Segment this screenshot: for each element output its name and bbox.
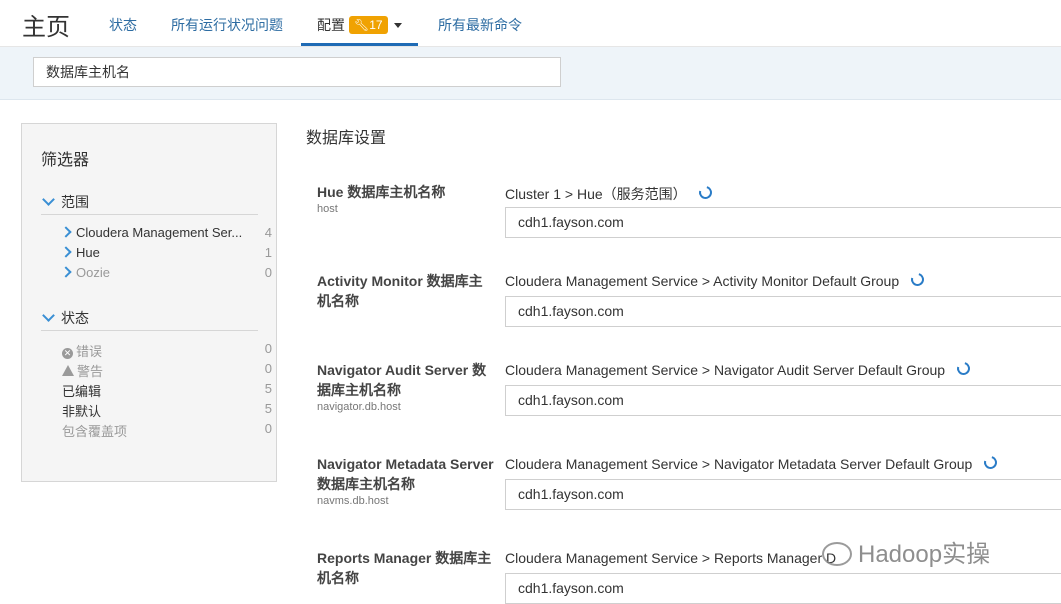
wrench-icon: 🔧︎ bbox=[354, 18, 370, 32]
property-label: Hue 数据库主机名称 bbox=[317, 184, 446, 200]
filter-item-label: Hue bbox=[76, 245, 100, 260]
scope-label[interactable]: Cluster 1 > Hue（服务范围） bbox=[505, 186, 687, 202]
filter-item-has-overrides[interactable]: 包含覆盖项 0 bbox=[62, 421, 272, 441]
scope-label[interactable]: Cloudera Management Service > Activity M… bbox=[505, 273, 899, 289]
property-value-input[interactable]: cdh1.fayson.com bbox=[505, 479, 1061, 510]
watermark: Hadoop实操 bbox=[822, 534, 990, 569]
reset-icon[interactable] bbox=[908, 270, 927, 289]
badge-count: 17 bbox=[369, 18, 383, 32]
chevron-right-icon bbox=[60, 226, 72, 238]
property-scope: Cloudera Management Service > Reports Ma… bbox=[505, 550, 836, 566]
property-scope: Cloudera Management Service > Activity M… bbox=[505, 270, 927, 289]
property-scope: Cloudera Management Service > Navigator … bbox=[505, 453, 1000, 472]
filter-item-label: 警告 bbox=[77, 364, 104, 379]
filter-item-non-default[interactable]: 非默认 5 bbox=[62, 401, 272, 421]
chevron-right-icon bbox=[60, 246, 72, 258]
filter-item-cloudera-management[interactable]: Cloudera Management Ser... 4 bbox=[60, 225, 272, 245]
filter-item-edited[interactable]: 已编辑 5 bbox=[62, 381, 272, 401]
filter-item-oozie[interactable]: Oozie 0 bbox=[60, 265, 272, 285]
scope-label[interactable]: Cloudera Management Service > Navigator … bbox=[505, 362, 945, 378]
chevron-down-icon[interactable] bbox=[393, 23, 402, 28]
property-scope: Cluster 1 > Hue（服务范围） bbox=[505, 183, 715, 204]
filter-item-count: 1 bbox=[264, 245, 272, 260]
filter-item-error[interactable]: ✕ 错误 0 bbox=[62, 341, 272, 361]
property-value-input[interactable]: cdh1.fayson.com bbox=[505, 296, 1061, 327]
filter-item-count: 0 bbox=[264, 361, 272, 376]
filter-item-count: 4 bbox=[264, 225, 272, 240]
property-name: Navigator Audit Server 数据库主机名称 navigator… bbox=[317, 360, 495, 414]
property-name: Navigator Metadata Server 数据库主机名称 navms.… bbox=[317, 454, 495, 508]
property-name: Activity Monitor 数据库主机名称 bbox=[317, 271, 495, 311]
filter-item-label: Cloudera Management Ser... bbox=[76, 225, 243, 240]
property-value-input[interactable]: cdh1.fayson.com bbox=[505, 207, 1061, 238]
filter-item-label: 已编辑 bbox=[62, 384, 102, 399]
property-key: navigator.db.host bbox=[317, 401, 401, 413]
wechat-icon bbox=[822, 542, 852, 566]
chevron-down-icon bbox=[42, 193, 55, 206]
filter-item-count: 0 bbox=[264, 265, 272, 280]
top-nav: 主页 状态 所有运行状况问题 配置 🔧︎17 所有最新命令 bbox=[0, 0, 1061, 47]
tab-health-issues[interactable]: 所有运行状况问题 bbox=[171, 0, 283, 46]
filters-panel: 筛选器 范围 Cloudera Management Ser... 4 Hue … bbox=[21, 123, 277, 482]
property-name: Hue 数据库主机名称 host bbox=[317, 182, 495, 216]
scope-label[interactable]: Cloudera Management Service > Reports Ma… bbox=[505, 550, 836, 566]
filter-item-count: 0 bbox=[264, 341, 272, 356]
reset-icon[interactable] bbox=[981, 453, 1000, 472]
property-name: Reports Manager 数据库主机名称 bbox=[317, 548, 495, 588]
reset-icon[interactable] bbox=[696, 183, 715, 202]
tab-configuration[interactable]: 配置 🔧︎17 bbox=[301, 0, 418, 46]
filter-item-warning[interactable]: 警告 0 bbox=[62, 361, 272, 381]
filter-item-count: 5 bbox=[264, 401, 272, 416]
filter-section-status[interactable]: 状态 bbox=[41, 308, 258, 331]
property-label: Activity Monitor 数据库主机名称 bbox=[317, 273, 483, 309]
property-key: host bbox=[317, 203, 338, 215]
filter-item-label: Oozie bbox=[76, 265, 110, 280]
search-bar: 数据库主机名 bbox=[0, 47, 1061, 100]
property-value-input[interactable]: cdh1.fayson.com bbox=[505, 573, 1061, 604]
error-icon: ✕ bbox=[62, 348, 73, 359]
filter-item-label: 包含覆盖项 bbox=[62, 424, 128, 439]
filter-section-label: 状态 bbox=[61, 310, 89, 326]
property-label: Reports Manager 数据库主机名称 bbox=[317, 550, 492, 586]
filter-item-count: 0 bbox=[264, 421, 272, 436]
tab-recent-commands[interactable]: 所有最新命令 bbox=[438, 0, 522, 46]
filter-item-hue[interactable]: Hue 1 bbox=[60, 245, 272, 265]
filter-item-label: 非默认 bbox=[62, 404, 102, 419]
property-scope: Cloudera Management Service > Navigator … bbox=[505, 359, 973, 378]
page-title: 主页 bbox=[22, 14, 70, 41]
section-title: 数据库设置 bbox=[306, 130, 387, 147]
tab-configuration-label: 配置 bbox=[317, 17, 345, 33]
tab-status[interactable]: 状态 bbox=[109, 0, 137, 46]
chevron-right-icon bbox=[60, 266, 72, 278]
filters-title: 筛选器 bbox=[41, 152, 90, 169]
property-label: Navigator Audit Server 数据库主机名称 bbox=[317, 362, 487, 398]
property-label: Navigator Metadata Server 数据库主机名称 bbox=[317, 456, 494, 492]
reset-icon[interactable] bbox=[954, 359, 973, 378]
property-value-input[interactable]: cdh1.fayson.com bbox=[505, 385, 1061, 416]
watermark-text: Hadoop实操 bbox=[858, 541, 991, 568]
scope-label[interactable]: Cloudera Management Service > Navigator … bbox=[505, 456, 972, 472]
filter-section-label: 范围 bbox=[61, 194, 89, 210]
filter-section-scope[interactable]: 范围 bbox=[41, 192, 258, 215]
config-issues-badge: 🔧︎17 bbox=[349, 16, 388, 34]
warning-icon bbox=[62, 365, 74, 376]
chevron-down-icon bbox=[42, 309, 55, 322]
filter-item-count: 5 bbox=[264, 381, 272, 396]
search-input[interactable]: 数据库主机名 bbox=[33, 57, 561, 87]
property-key: navms.db.host bbox=[317, 495, 389, 507]
filter-item-label: 错误 bbox=[76, 344, 103, 359]
